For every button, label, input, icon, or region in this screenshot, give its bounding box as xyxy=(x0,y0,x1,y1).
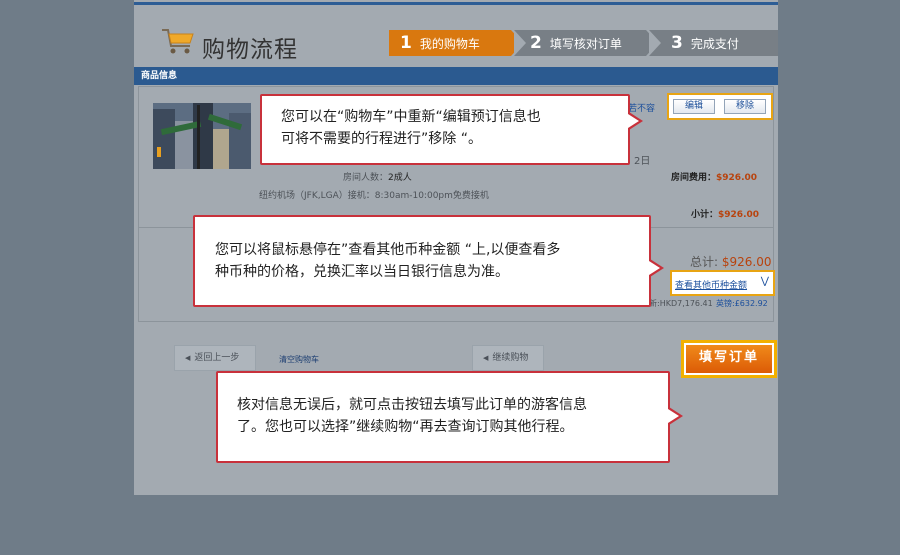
room-fee-value: $926.00 xyxy=(716,173,758,183)
callout-pointer-fill xyxy=(668,409,679,423)
room-guests: 房间人数：2成人 xyxy=(343,170,412,183)
arrow-left-icon: ◀ xyxy=(483,354,489,362)
callout-pointer-fill xyxy=(649,261,660,275)
callout-line: 核对信息无误后，就可点击按钮去填写此订单的游客信息 xyxy=(237,397,587,413)
step-number: 2 xyxy=(530,33,542,53)
step-my-cart: 1 我的购物车 xyxy=(389,30,523,56)
callout-line: 种币种的价格，兑换汇率以当日银行信息为准。 xyxy=(215,264,509,280)
subtotal: 小计：$926.00 xyxy=(691,207,759,220)
callout-fill-order: 核对信息无误后，就可点击按钮去填写此订单的游客信息 了。您也可以选择”继续购物“… xyxy=(216,371,683,463)
grand-total: 总计: $926.00 xyxy=(690,253,772,270)
chevron-down-icon[interactable]: ⋁ xyxy=(761,276,769,287)
step-number: 1 xyxy=(400,33,412,53)
total-value: $926.00 xyxy=(721,255,772,269)
back-button[interactable]: ◀ 返回上一步 xyxy=(174,345,256,371)
edit-button[interactable]: 编辑 xyxy=(673,99,715,114)
back-button-label: 返回上一步 xyxy=(194,353,240,363)
arrow-left-icon: ◀ xyxy=(185,354,191,362)
subtotal-value: $926.00 xyxy=(718,210,760,220)
product-thumbnail[interactable] xyxy=(153,103,251,169)
hkd-amount: 新:HKD7,176.41 xyxy=(649,299,713,308)
edit-remove-highlight: 编辑 移除 xyxy=(667,93,773,120)
continue-shopping-label: 继续购物 xyxy=(492,353,529,363)
top-accent-line xyxy=(134,2,778,5)
step-fill-order: 2 填写核对订单 xyxy=(514,30,658,56)
fill-order-highlight: 填写订单 xyxy=(681,340,777,378)
step-label: 我的购物车 xyxy=(419,36,480,51)
room-guests-label: 房间人数： xyxy=(343,173,389,183)
callout-edit-remove: 您可以在“购物车”中重新“编辑预订信息也 可将不需要的行程进行”移除 “。 xyxy=(260,94,643,165)
callout-pointer-fill xyxy=(628,114,639,128)
callout-line: 了。您也可以选择”继续购物“再去查询订购其他行程。 xyxy=(237,419,574,435)
page-title: 购物流程 xyxy=(202,37,298,63)
airport-pickup-info: 纽约机场（JFK,LGA）接机：8:30am-10:00pm免费接机 xyxy=(259,191,489,201)
callout-line: 您可以将鼠标悬停在”查看其他币种金额 “上,以便查看多 xyxy=(215,242,561,258)
step-label: 完成支付 xyxy=(690,36,739,51)
subtotal-label: 小计： xyxy=(691,210,719,220)
total-label: 总计: xyxy=(690,255,719,269)
fill-order-button[interactable]: 填写订单 xyxy=(686,345,772,373)
step-label: 填写核对订单 xyxy=(549,36,622,51)
currency-highlight: 查看其他币种金额 ⋁ xyxy=(670,270,775,296)
gbp-amount: 英镑:£632.92 xyxy=(716,299,768,308)
shopping-cart-icon xyxy=(162,29,194,54)
step-payment: 3 完成支付 xyxy=(649,30,778,56)
callout-line: 您可以在“购物车”中重新“编辑预订信息也 xyxy=(281,109,541,125)
goods-info-header: 商品信息 xyxy=(134,67,778,85)
continue-shopping-button[interactable]: ◀ 继续购物 xyxy=(472,345,544,371)
remove-button[interactable]: 移除 xyxy=(724,99,766,114)
callout-line: 可将不需要的行程进行”移除 “。 xyxy=(281,131,482,147)
step-number: 3 xyxy=(671,33,683,53)
other-currency-link[interactable]: 查看其他币种金额 xyxy=(675,278,747,291)
clear-cart-link[interactable]: 清空购物车 xyxy=(279,354,319,365)
room-fee: 房间费用：$926.00 xyxy=(671,170,757,183)
room-guests-value: 2成人 xyxy=(388,173,412,183)
room-fee-label: 房间费用： xyxy=(671,173,717,183)
date-fragment: 2日 xyxy=(634,156,651,167)
callout-currency: 您可以将鼠标悬停在”查看其他币种金额 “上,以便查看多 种币种的价格，兑换汇率以… xyxy=(193,215,664,307)
